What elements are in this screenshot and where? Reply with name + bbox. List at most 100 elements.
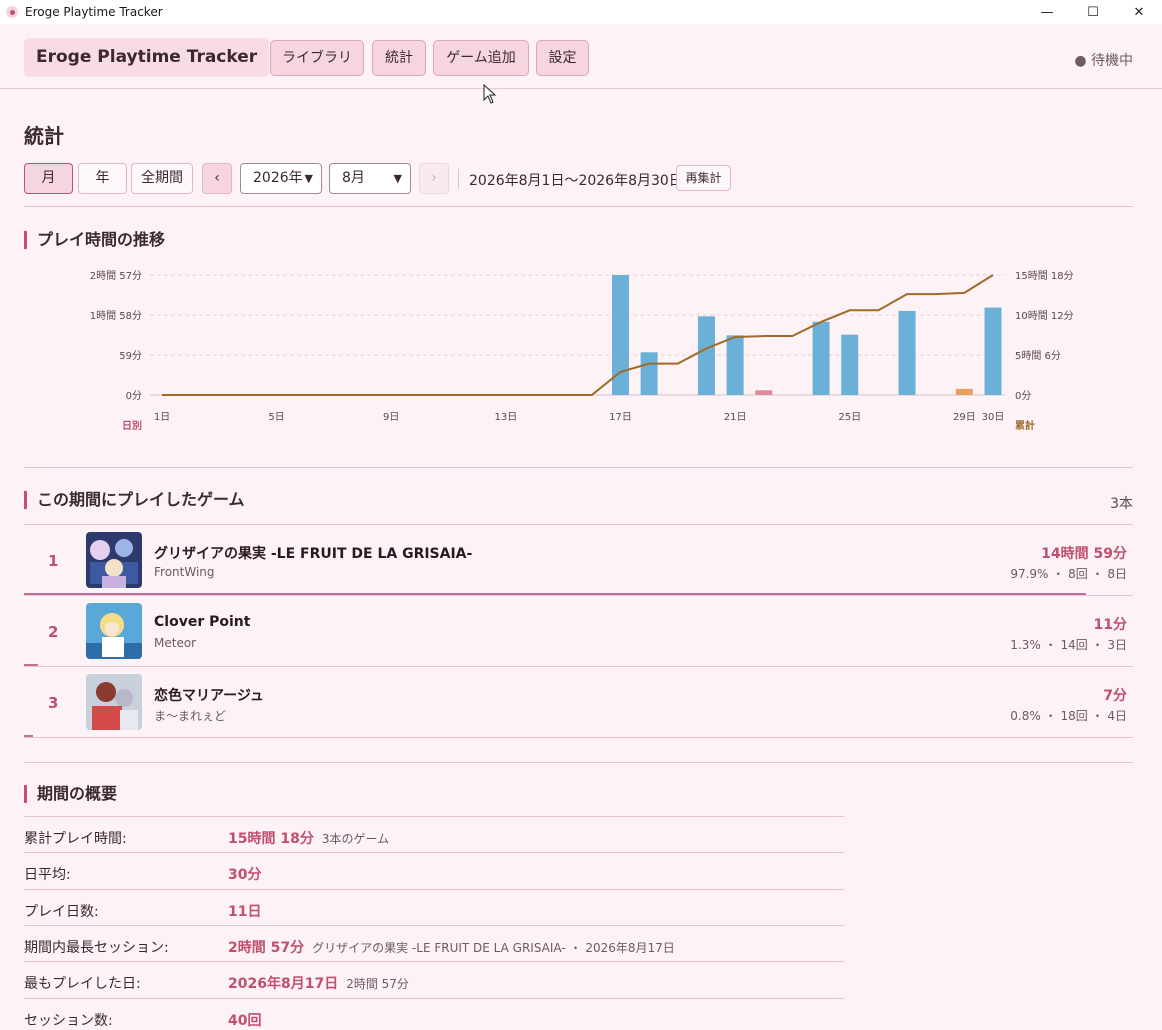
summary-note: グリザイアの果実 -LE FRUIT DE LA GRISAIA- ・ 2026… [312,941,675,955]
chart-bar [955,388,973,395]
chart-section-title: プレイ時間の推移 [24,231,165,249]
chart-right-tick: 15時間 18分 [1015,270,1074,282]
summary-label: 累計プレイ時間: [24,831,127,847]
year-select[interactable]: 2026年 ▼ [240,163,322,194]
summary-row: 期間内最長セッション: 2時間 57分 グリザイアの果実 -LE FRUIT DE… [24,925,844,961]
chevron-down-icon: ▼ [304,172,313,185]
summary-row: セッション数: 40回 [24,998,844,1030]
chart-bar [812,321,830,395]
nav-add-game-button[interactable]: ゲーム追加 [433,40,529,76]
nav-library-button[interactable]: ライブラリ [270,40,364,76]
game-title: グリザイアの果実 -LE FRUIT DE LA GRISAIA- [154,546,473,562]
chart-x-tick: 9日 [383,412,399,423]
summary-label: 期間内最長セッション: [24,940,169,956]
tab-year[interactable]: 年 [78,163,127,194]
tab-all-time[interactable]: 全期間 [131,163,193,194]
game-row[interactable]: 3 恋色マリアージュ ま〜まれぇど 7分 0.8% ・ 18回 ・ 4日 [24,666,1133,737]
game-days: 4日 [1107,709,1127,723]
close-icon[interactable]: ✕ [1116,0,1162,24]
summary-label: 日平均: [24,867,71,883]
game-title: 恋色マリアージュ [154,688,264,704]
minimize-icon[interactable]: — [1024,0,1070,24]
divider [24,762,1133,763]
game-developer: Meteor [154,636,197,650]
game-cover-image [86,603,142,659]
summary-row: 日平均: 30分 [24,852,844,888]
mouse-cursor-icon [483,84,497,104]
game-cover-image [86,674,142,730]
app-header: Eroge Playtime Tracker ライブラリ 統計 ゲーム追加 設定… [0,24,1162,89]
divider [24,467,1133,468]
chart-left-tick: 1時間 58分 [90,310,142,322]
divider [24,737,1133,738]
tab-month[interactable]: 月 [24,163,73,194]
summary-value-text: 2026年8月17日 [228,976,339,992]
chart-bar [697,316,715,395]
chart-x-tick: 17日 [609,412,632,423]
game-stats: 1.3% ・ 14回 ・ 3日 [1010,638,1127,652]
nav-settings-button[interactable]: 設定 [536,40,589,76]
nav-stats-button[interactable]: 統計 [372,40,426,76]
maximize-icon[interactable]: ☐ [1070,0,1116,24]
chart-x-tick: 21日 [724,412,747,423]
game-stats: 97.9% ・ 8回 ・ 8日 [1010,567,1127,581]
summary-value: 2026年8月17日 2時間 57分 [228,973,409,993]
summary-label: 最もプレイした日: [24,976,141,992]
game-sessions: 8回 [1068,567,1088,581]
game-share: 0.8% [1010,709,1041,723]
playtime-chart: 0分 0分 59分 5時間 6分 1時間 58分 10時間 12分 2時間 57分 15時間 … [90,270,1074,432]
summary-row: 累計プレイ時間: 15時間 18分 3本のゲーム [24,816,844,852]
chart-bar [755,390,773,395]
page-title: 統計 [24,124,64,148]
game-rank: 1 [48,552,59,570]
summary-value-text: 11日 [228,904,262,920]
recalculate-button[interactable]: 再集計 [676,165,731,191]
game-stats: 0.8% ・ 18回 ・ 4日 [1010,709,1127,723]
game-count: 3本 [1110,496,1133,512]
chart-x-tick: 13日 [494,412,517,423]
summary-note: 2時間 57分 [346,977,409,991]
chart-bar [640,352,658,395]
chart-left-axis-label: 日別 [122,419,142,432]
game-developer: FrontWing [154,565,215,579]
chart-left-tick: 0分 [126,390,142,402]
chevron-down-icon: ▼ [393,172,402,185]
game-title: Clover Point [154,614,251,630]
window-title: Eroge Playtime Tracker [25,5,163,19]
summary-label: セッション数: [24,1013,113,1029]
chart-x-tick: 30日 [982,412,1005,423]
game-cover-image [86,532,142,588]
summary-value-text: 15時間 18分 [228,831,314,847]
summary-value-text: 30分 [228,867,262,883]
chart-bar [984,307,1002,395]
divider [24,206,1133,207]
game-days: 3日 [1107,638,1127,652]
summary-value: 40回 [228,1010,261,1030]
chart-left-tick: 2時間 57分 [90,270,142,282]
chart-x-tick: 25日 [838,412,861,423]
game-playtime: 11分 [1093,617,1127,633]
summary-value-text: 40回 [228,1013,262,1029]
summary-section-title: 期間の概要 [24,785,117,803]
game-share: 97.9% [1010,567,1049,581]
game-rank: 2 [48,623,59,641]
month-select[interactable]: 8月 ▼ [329,163,411,194]
summary-value: 30分 [228,864,261,884]
summary-note: 3本のゲーム [321,832,390,846]
chart-bar [898,310,916,395]
summary-value: 2時間 57分 グリザイアの果実 -LE FRUIT DE LA GRISAIA-… [228,937,675,957]
window-controls: — ☐ ✕ [1024,0,1162,24]
chart-x-tick: 29日 [953,412,976,423]
game-row[interactable]: 1 グリザイアの果実 -LE FRUIT DE LA GRISAIA- Fron… [24,524,1133,595]
next-period-button[interactable]: › [419,163,449,194]
summary-value-text: 2時間 57分 [228,940,305,956]
game-row[interactable]: 2 Clover Point Meteor 11分 1.3% ・ 14回 ・ 3… [24,595,1133,666]
summary-value: 15時間 18分 3本のゲーム [228,828,389,848]
prev-period-button[interactable]: ‹ [202,163,232,194]
date-range-label: 2026年8月1日〜2026年8月30日 [469,173,683,189]
game-playtime: 7分 [1103,688,1127,704]
game-developer: ま〜まれぇど [154,709,227,723]
game-playtime: 14時間 59分 [1041,546,1127,562]
chart-cumulative-line [162,274,994,396]
chart-x-tick: 1日 [154,412,170,423]
